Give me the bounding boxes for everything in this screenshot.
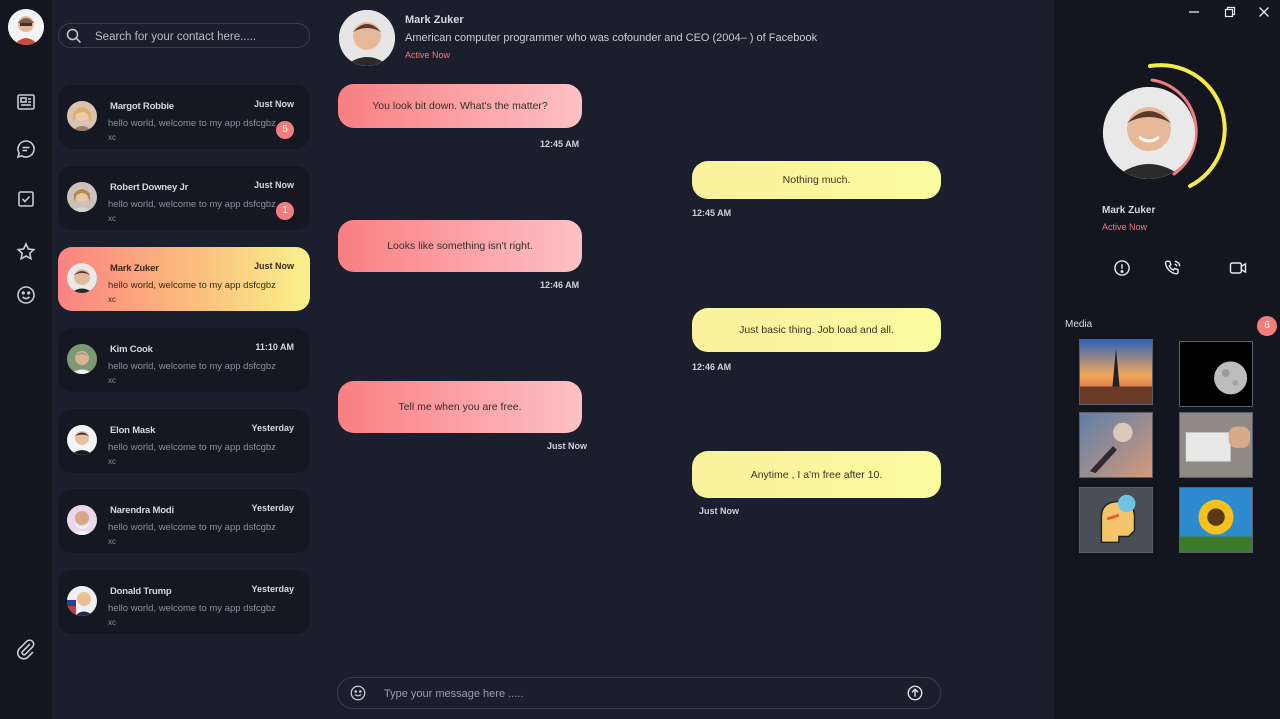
contact-avatar [67,586,97,616]
message-outgoing: Nothing much. [692,161,941,199]
contact-last-message: hello world, welcome to my app dsfcgbz [108,199,276,210]
message-time: 12:46 AM [692,362,732,372]
message-time: Just Now [547,441,588,451]
video-call-icon[interactable] [1228,258,1248,278]
profile-status: Active Now [1102,222,1148,232]
checkbox-icon[interactable] [14,187,38,211]
contacts-panel: Margot Robbie Just Now hello world, welc… [52,0,320,719]
contact-sub-text: xc [108,214,116,223]
message-incoming: You look bit down. What's the matter? [338,84,582,128]
chat-avatar[interactable] [339,10,395,66]
message-time: 12:45 AM [692,208,732,218]
contact-avatar [67,425,97,455]
user-avatar[interactable] [8,9,44,45]
chat-panel: Mark Zuker American computer programmer … [320,0,1054,719]
contact-card[interactable]: Donald Trump Yesterday hello world, welc… [58,570,310,634]
contact-card[interactable]: Robert Downey Jr Just Now hello world, w… [58,166,310,230]
contact-time: Yesterday [251,423,294,433]
message-outgoing: Just basic thing. Job load and all. [692,308,941,352]
contact-time: Just Now [253,180,294,190]
contact-time: Yesterday [251,584,294,594]
newspaper-icon[interactable] [14,90,38,114]
message-time: 12:45 AM [540,139,580,149]
contact-time: Just Now [253,99,294,109]
contact-card[interactable]: Margot Robbie Just Now hello world, welc… [58,85,310,149]
restore-icon[interactable] [1223,5,1237,19]
contact-card-active[interactable]: Mark Zuker Just Now hello world, welcome… [58,247,310,311]
media-thumb-hand-sparkles[interactable] [1079,412,1153,478]
contact-last-message: hello world, welcome to my app dsfcgbz [108,118,276,129]
contact-avatar [67,263,97,293]
contact-card[interactable]: Elon Mask Yesterday hello world, welcome… [58,409,310,473]
contact-sub-text: xc [108,133,116,142]
contact-avatar [67,182,97,212]
contact-card[interactable]: Narendra Modi Yesterday hello world, wel… [58,489,310,553]
unread-badge: 1 [276,202,294,220]
media-label: Media [1065,319,1093,330]
chat-status: Active Now [405,50,451,60]
chat-bubble-icon[interactable] [14,137,38,161]
contact-last-message: hello world, welcome to my app dsfcgbz [108,603,276,614]
contact-sub-text: xc [108,618,116,627]
chat-contact-name: Mark Zuker [405,14,464,26]
contact-name: Margot Robbie [110,101,174,112]
message-composer [337,677,941,709]
paperclip-icon[interactable] [14,637,38,661]
media-thumb-eiffel-tower-sunset[interactable] [1079,339,1153,405]
contact-last-message: hello world, welcome to my app dsfcgbz [108,280,276,291]
message-time: Just Now [699,506,740,516]
message-time: 12:46 AM [540,280,580,290]
contact-sub-text: xc [108,537,116,546]
media-count-badge: 6 [1257,316,1277,336]
phone-call-icon[interactable] [1163,258,1183,278]
search-icon [66,28,82,44]
contact-name: Mark Zuker [110,263,159,274]
contact-avatar [67,344,97,374]
smiley-icon[interactable] [14,283,38,307]
contact-sub-text: xc [108,295,116,304]
minimize-icon[interactable] [1187,5,1201,19]
contact-card[interactable]: Kim Cook 11:10 AM hello world, welcome t… [58,328,310,392]
message-input[interactable] [382,684,886,704]
contact-sub-text: xc [108,457,116,466]
media-thumb-face-sticker[interactable] [1079,487,1153,553]
contact-time: 11:10 AM [255,342,294,352]
contact-name: Kim Cook [110,344,153,355]
profile-panel: Mark Zuker Active Now Media 6 [1054,0,1280,719]
star-icon[interactable] [14,240,38,264]
contact-time: Yesterday [251,503,294,513]
emoji-icon[interactable] [349,684,367,702]
contact-sub-text: xc [108,376,116,385]
info-alert-icon[interactable] [1112,258,1132,278]
message-incoming: Tell me when you are free. [338,381,582,433]
media-thumb-keyboard-hand[interactable] [1179,412,1253,478]
send-icon[interactable] [906,684,924,702]
search-box[interactable] [58,23,310,48]
contact-last-message: hello world, welcome to my app dsfcgbz [108,522,276,533]
contact-time: Just Now [253,261,294,271]
contact-name: Elon Mask [110,425,156,436]
media-thumb-sunflower[interactable] [1179,487,1253,553]
contact-last-message: hello world, welcome to my app dsfcgbz [108,361,276,372]
chat-contact-description: American computer programmer who was cof… [405,32,818,44]
media-thumb-full-moon[interactable] [1179,341,1253,407]
message-incoming: Looks like something isn't right. [338,220,582,272]
message-outgoing: Anytime , I a'm free after 10. [692,451,941,498]
close-icon[interactable] [1257,5,1271,19]
contact-avatar [67,505,97,535]
contact-last-message: hello world, welcome to my app dsfcgbz [108,442,276,453]
contact-name: Donald Trump [110,586,172,597]
search-input[interactable] [93,27,303,47]
unread-badge: 5 [276,121,294,139]
contact-name: Robert Downey Jr [110,182,189,193]
nav-rail [0,0,52,719]
profile-avatar[interactable] [1103,87,1195,179]
contact-avatar [67,101,97,131]
contact-name: Narendra Modi [110,505,174,516]
profile-name: Mark Zuker [1102,205,1156,216]
